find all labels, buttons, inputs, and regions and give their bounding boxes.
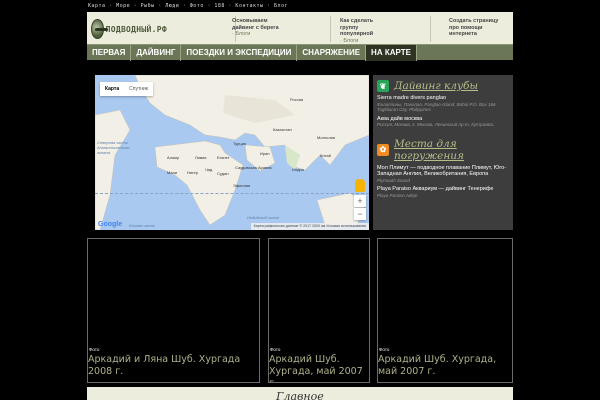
map-country-label: Россия [290,97,304,102]
map-ocean-label: Северная часть Атлантического океана [97,140,130,155]
main-nav: ПЕРВАЯ ДАЙВИНГ ПОЕЗДКИ И ЭКСПЕДИЦИИ СНАР… [87,44,513,61]
photo-card-title[interactable]: Аркадий Шуб. Хургада, май 2007 г., [269,354,369,382]
header-divider [330,16,331,42]
photo-tag: Фото [269,347,282,352]
list-item[interactable]: Мол Плимут — подводное плавание Плимут, … [377,165,509,184]
section-title: Главное [276,390,324,400]
world-map[interactable]: Карта Спутник Россия Казахстан Монголия … [95,75,369,230]
map-country-label: Эфиопия [233,183,251,188]
header-link-1-title: Основываем дайвинг с берега [232,18,279,31]
map-country-label: Алжир [167,155,180,160]
photo-tag: Фото [378,347,391,352]
nav-item-gear[interactable]: СНАРЯЖЕНИЕ [297,45,367,61]
list-item-title: Playa Paraiso Аквариум — дайвинг Тенериф… [377,186,494,192]
map-country-label: Ливия [195,155,207,160]
map-country-label: Саудовская Аравия [235,165,272,170]
list-item[interactable]: Playa Paraiso Аквариум — дайвинг Тенериф… [377,186,509,198]
list-item-address: Филиппины, Панглао, Panglao Island, Boho… [377,101,496,113]
list-item-address: Playa Paraiso Adeje [377,192,418,198]
clubs-title[interactable]: Дайвинг клубы [394,80,478,92]
map-type-tabs: Карта Спутник [100,82,153,96]
photo-card[interactable]: Фото Аркадий и Ляна Шуб. Хургада 2008 г. [87,238,260,383]
nav-item-first[interactable]: ПЕРВАЯ [87,45,132,61]
logo-text: ПОДВОДНЫЙ.РФ [105,24,167,34]
map-country-label: Чад [205,167,213,172]
nav-item-trips[interactable]: ПОЕЗДКИ И ЭКСПЕДИЦИИ [181,45,298,61]
top-links-bar[interactable]: Карта · Море · Рыбы · Люди · Фото · 188 … [88,3,288,9]
site-logo[interactable]: ПОДВОДНЫЙ.РФ [91,19,167,39]
list-item[interactable]: Аква дайв москва Россия, Москва, г. Моск… [377,116,509,128]
photo-tag: Фото [88,347,101,352]
list-item[interactable]: Sierra madre divers panglao Филиппины, П… [377,95,509,113]
clubs-heading: ❦ Дайвинг клубы [377,80,509,92]
main-section-header: Главное [87,387,513,400]
map-equator-line [95,193,369,194]
map-country-label: Китай [320,153,331,158]
map-tab-map[interactable]: Карта [100,82,124,96]
leaf-marker-icon: ❦ [377,80,389,92]
map-country-label: Египет [217,155,230,160]
photo-card[interactable]: Фото Аркадий Шуб. Хургада, май 2007 г. [377,238,513,383]
header-link-3-title: Создать страницу про помощи интернета [449,18,499,37]
map-country-label: Мали [167,170,178,175]
header-link-2-title: Как сделать группу популярной [340,18,374,37]
map-tab-satellite[interactable]: Спутник [124,82,153,96]
map-country-label: Нигер [187,170,198,175]
header-link-1-sub: · Блоги [232,31,251,37]
street-view-pegman-icon[interactable] [355,179,365,192]
nav-item-diving[interactable]: ДАЙВИНГ [131,45,182,61]
map-ocean-label: Индийский океан [247,215,279,220]
photo-card[interactable]: Фото Аркадий Шуб. Хургада, май 2007 г., [268,238,370,383]
header-link-1[interactable]: Основываем дайвинг с берега · Блоги [232,18,284,38]
dive-sites-heading: ✿ Места для погружения [377,138,509,162]
map-country-label: Казахстан [273,127,292,132]
globe-logo-icon [91,19,108,39]
zoom-out-button[interactable]: − [354,208,366,220]
google-logo[interactable]: Google [98,221,122,228]
list-item-address: Plymouth Sound [377,177,411,183]
map-ocean-label: Южная часть [129,223,156,228]
header-link-3[interactable]: Создать страницу про помощи интернета [449,18,499,38]
map-country-label: Иран [260,151,270,156]
photo-card-title[interactable]: Аркадий и Ляна Шуб. Хургада 2008 г. [88,354,259,378]
nav-item-map[interactable]: НА КАРТЕ [366,45,417,61]
photo-card-title[interactable]: Аркадий Шуб. Хургада, май 2007 г. [378,354,508,378]
zoom-in-button[interactable]: + [354,195,366,207]
map-attribution[interactable]: Картографические данные © 2017 2000 км У… [250,223,369,230]
list-item-title: Мол Плимут — подводное плавание Плимут, … [377,164,507,178]
map-country-label: Судан [217,171,229,176]
map-country-label: Монголия [317,135,336,140]
map-country-label: Турция [233,141,247,146]
site-header: ПОДВОДНЫЙ.РФ Основываем дайвинг с берега… [87,12,513,44]
header-link-2[interactable]: Как сделать группу популярной · Блоги [340,18,392,44]
list-item-address: Россия, Москва, г. Москва, Ленинский пр-… [377,122,495,127]
map-country-label: Индия [292,167,304,172]
header-divider [430,16,431,42]
map-sidebar: ❦ Дайвинг клубы Sierra madre divers pang… [373,75,513,230]
pin-marker-icon: ✿ [377,143,389,156]
dive-sites-title[interactable]: Места для погружения [394,138,509,162]
